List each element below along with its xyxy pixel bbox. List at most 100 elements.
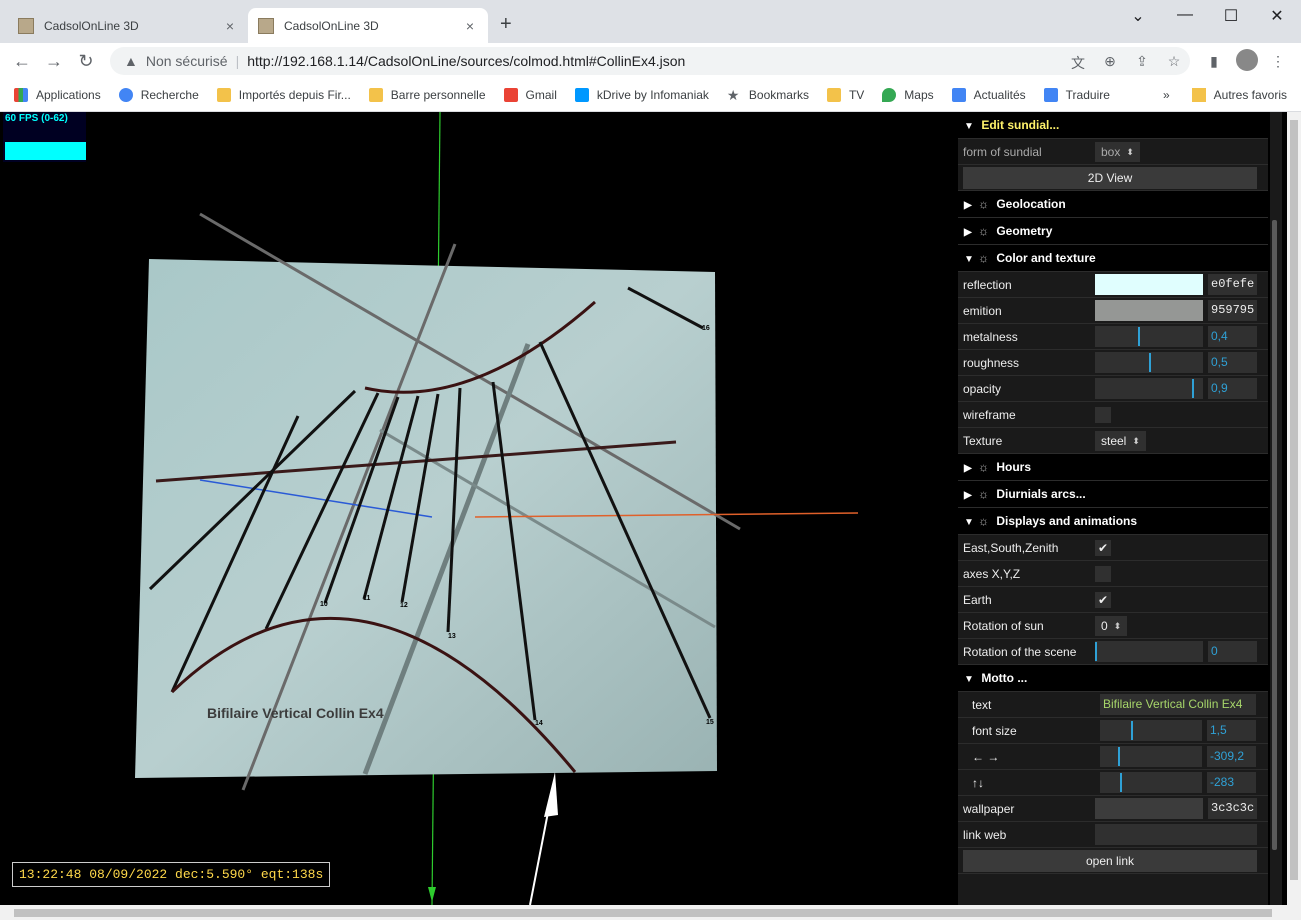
- wireframe-checkbox[interactable]: [1095, 406, 1111, 423]
- esz-checkbox[interactable]: ✔: [1095, 539, 1111, 556]
- apps-grid-icon: [14, 88, 28, 102]
- wallpaper-hex-input[interactable]: 3c3c3c: [1208, 798, 1257, 819]
- earth-checkbox[interactable]: ✔: [1095, 591, 1111, 608]
- horizontal-offset-slider[interactable]: [1100, 746, 1202, 767]
- folder-geometry[interactable]: ▶ ☼ Geometry: [958, 218, 1268, 245]
- url-text[interactable]: http://192.168.1.14/CadsolOnLine/sources…: [247, 53, 685, 69]
- bookmark-kdrive[interactable]: kDrive by Infomaniak: [574, 88, 709, 102]
- font-size-value-input[interactable]: 1,5: [1207, 720, 1256, 741]
- close-window-button[interactable]: ✕: [1262, 6, 1292, 26]
- row-motto-text: text Bifilaire Vertical Collin Ex4: [958, 692, 1268, 718]
- bookmark-imported-folder[interactable]: Importés depuis Fir...: [216, 88, 351, 102]
- page-horizontal-scroll-thumb[interactable]: [14, 909, 1272, 917]
- bookmark-star-icon[interactable]: ☆: [1164, 53, 1184, 70]
- vertical-offset-value-input[interactable]: -283: [1207, 772, 1256, 793]
- roughness-slider[interactable]: [1095, 352, 1203, 373]
- page-horizontal-scrollbar[interactable]: [0, 905, 1301, 920]
- vertical-offset-slider[interactable]: [1100, 772, 1202, 793]
- metalness-value-input[interactable]: 0,4: [1208, 326, 1257, 347]
- texture-label: Texture: [963, 433, 1003, 448]
- panel-scroll-thumb[interactable]: [1272, 220, 1277, 850]
- rotation-scene-value-input[interactable]: 0: [1208, 641, 1257, 662]
- emition-hex-input[interactable]: 959795: [1208, 300, 1257, 321]
- chevron-down-icon: ▼: [964, 254, 974, 265]
- share-icon[interactable]: ⇪: [1132, 53, 1152, 70]
- slider-knob[interactable]: [1118, 747, 1121, 766]
- forward-arrow-icon[interactable]: →: [42, 51, 66, 72]
- tab-1[interactable]: CadsolOnLine 3D ×: [8, 8, 248, 43]
- slider-knob[interactable]: [1138, 327, 1141, 346]
- opacity-slider[interactable]: [1095, 378, 1203, 399]
- metalness-slider[interactable]: [1095, 326, 1203, 347]
- motto-text-label: text: [972, 697, 992, 712]
- axes-checkbox[interactable]: [1095, 565, 1111, 582]
- tab-2-close-icon[interactable]: ×: [462, 18, 478, 34]
- slider-knob[interactable]: [1192, 379, 1195, 398]
- opacity-value-input[interactable]: 0,9: [1208, 378, 1257, 399]
- translate-page-icon[interactable]: 文: [1068, 53, 1088, 73]
- sun-icon: ☼: [978, 224, 989, 238]
- bookmark-maps[interactable]: Maps: [882, 88, 934, 102]
- bookmark-traduire[interactable]: Traduire: [1043, 88, 1110, 102]
- texture-select[interactable]: steel ⬍: [1095, 430, 1146, 451]
- zoom-icon[interactable]: ⊕: [1100, 53, 1120, 70]
- folder-color-texture[interactable]: ▼ ☼ Color and texture: [958, 245, 1268, 272]
- folder-motto[interactable]: ▼ Motto ...: [958, 665, 1268, 692]
- slider-knob[interactable]: [1120, 773, 1123, 792]
- slider-knob[interactable]: [1095, 642, 1097, 661]
- page-vertical-scrollbar[interactable]: [1287, 112, 1301, 905]
- tab-search-icon[interactable]: ⌄: [1123, 6, 1153, 26]
- 3d-viewport[interactable]: 10 11 12 13 14 15 16 Bifilaire Vertical …: [0, 112, 958, 905]
- earth-label: Earth: [963, 592, 992, 607]
- open-link-button[interactable]: open link: [963, 849, 1257, 872]
- link-web-input[interactable]: [1095, 824, 1257, 845]
- more-bookmarks-button[interactable]: »: [1163, 88, 1170, 102]
- horizontal-offset-value-input[interactable]: -309,2: [1207, 746, 1256, 767]
- reflection-hex-input[interactable]: e0fefe: [1208, 274, 1257, 295]
- bookmark-applications[interactable]: Applications: [14, 88, 101, 102]
- bookmarks-bar: Applications Recherche Importés depuis F…: [0, 79, 1301, 112]
- maximize-button[interactable]: ☐: [1216, 6, 1246, 26]
- fps-panel[interactable]: 60 FPS (0-62): [3, 112, 86, 162]
- 2d-view-button[interactable]: 2D View: [963, 166, 1257, 189]
- tab-1-close-icon[interactable]: ×: [222, 18, 238, 34]
- rotation-scene-slider[interactable]: [1095, 641, 1203, 662]
- folder-displays-animations[interactable]: ▼ ☼ Displays and animations: [958, 508, 1268, 535]
- folder-edit-sundial[interactable]: ▼ Edit sundial...: [958, 112, 1268, 139]
- new-tab-button[interactable]: +: [500, 13, 512, 36]
- bookmark-label: Recherche: [140, 88, 199, 102]
- side-panel-icon[interactable]: ▮: [1204, 53, 1224, 70]
- bookmark-gmail[interactable]: Gmail: [503, 88, 557, 102]
- row-rotation-sun: Rotation of sun 0 ⬍: [958, 613, 1268, 639]
- slider-knob[interactable]: [1149, 353, 1151, 372]
- form-select[interactable]: box ⬍: [1095, 141, 1140, 162]
- bookmark-actualites[interactable]: Actualités: [951, 88, 1026, 102]
- bookmark-label: kDrive by Infomaniak: [596, 88, 709, 102]
- folder-diurnal-arcs[interactable]: ▶ ☼ Diurnials arcs...: [958, 481, 1268, 508]
- back-arrow-icon[interactable]: ←: [10, 51, 34, 72]
- folder-hours[interactable]: ▶ ☼ Hours: [958, 454, 1268, 481]
- roughness-value-input[interactable]: 0,5: [1208, 352, 1257, 373]
- other-bookmarks-button[interactable]: Autres favoris: [1214, 88, 1287, 102]
- font-size-slider[interactable]: [1100, 720, 1202, 741]
- reload-icon[interactable]: ↻: [74, 51, 98, 72]
- bookmark-tv[interactable]: TV: [826, 88, 864, 102]
- folder-geolocation[interactable]: ▶ ☼ Geolocation: [958, 191, 1268, 218]
- browser-menu-icon[interactable]: ⋮: [1268, 53, 1288, 70]
- bookmark-bookmarks[interactable]: ★ Bookmarks: [727, 88, 809, 102]
- emition-color-swatch[interactable]: [1095, 300, 1203, 321]
- slider-knob[interactable]: [1130, 721, 1133, 740]
- wallpaper-color-swatch[interactable]: [1095, 798, 1203, 819]
- bookmark-recherche[interactable]: Recherche: [118, 88, 199, 102]
- reflection-color-swatch[interactable]: [1095, 274, 1203, 295]
- page-vertical-scroll-thumb[interactable]: [1290, 120, 1298, 880]
- url-bar[interactable]: ▲ Non sécurisé | http://192.168.1.14/Cad…: [110, 47, 1190, 75]
- minimize-button[interactable]: —: [1170, 6, 1200, 24]
- rotation-sun-select[interactable]: 0 ⬍: [1095, 615, 1128, 636]
- sun-icon: ☼: [978, 460, 989, 474]
- motto-text-input[interactable]: Bifilaire Vertical Collin Ex4: [1100, 694, 1256, 715]
- bookmark-label: Gmail: [525, 88, 557, 102]
- profile-avatar[interactable]: [1236, 49, 1258, 74]
- bookmark-barre-personnelle[interactable]: Barre personnelle: [368, 88, 486, 102]
- tab-2[interactable]: CadsolOnLine 3D ×: [248, 8, 488, 43]
